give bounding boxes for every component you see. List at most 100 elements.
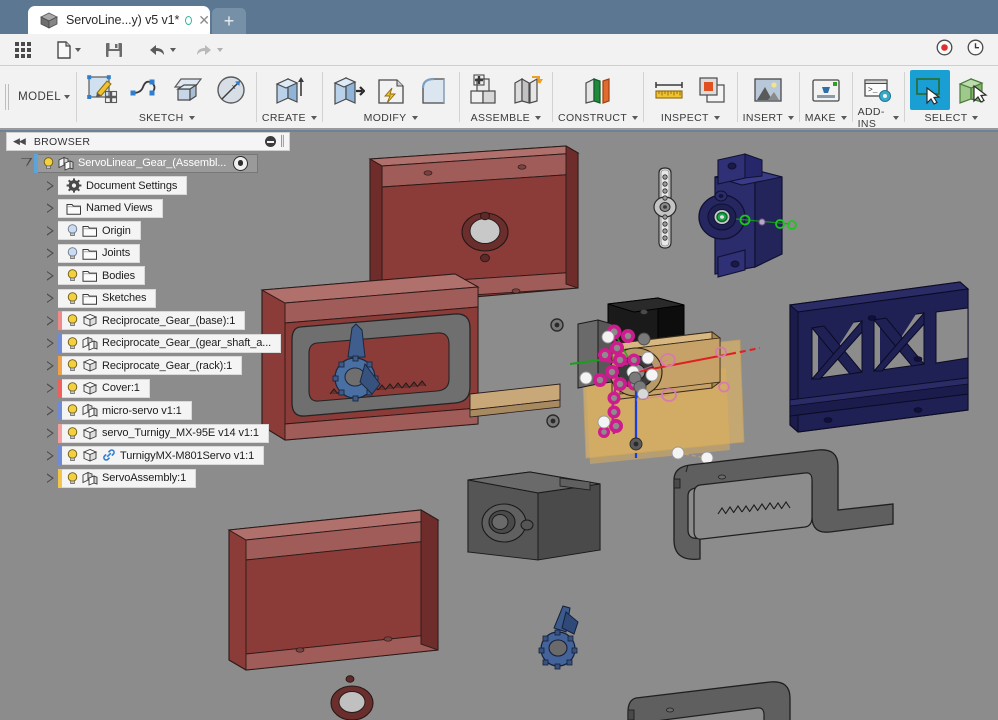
ribbon-group-label[interactable]: INSPECT bbox=[661, 110, 720, 126]
browser-node-chip[interactable]: ServoAssembly:1 bbox=[58, 468, 197, 488]
visibility-bulb-icon[interactable] bbox=[65, 246, 80, 261]
app-grid-icon[interactable] bbox=[10, 37, 36, 63]
select-window-icon[interactable] bbox=[910, 70, 950, 110]
browser-node-chip[interactable]: servo_Turnigy_MX-95E v14 v1:1 bbox=[58, 423, 269, 443]
browser-node-chip[interactable]: Reciprocate_Gear_(rack):1 bbox=[58, 356, 243, 376]
save-icon[interactable] bbox=[101, 37, 127, 63]
section-analysis-icon[interactable] bbox=[692, 70, 732, 110]
expand-toggle-icon[interactable] bbox=[44, 449, 57, 462]
insert-image-icon[interactable] bbox=[748, 70, 788, 110]
3d-print-icon[interactable] bbox=[806, 70, 846, 110]
sketch-spline-icon[interactable] bbox=[125, 70, 165, 110]
browser-node-0[interactable]: Document Settings bbox=[6, 175, 290, 198]
expand-toggle-icon[interactable] bbox=[44, 404, 57, 417]
ribbon-group-label[interactable]: MODIFY bbox=[364, 110, 418, 126]
ribbon-group-label[interactable]: ADD-INS bbox=[858, 106, 900, 130]
record-icon[interactable] bbox=[936, 39, 953, 61]
expand-toggle-icon[interactable] bbox=[44, 472, 57, 485]
browser-node-chip[interactable]: Cover:1 bbox=[58, 378, 150, 398]
browser-node-10[interactable]: micro-servo v1:1 bbox=[6, 400, 290, 423]
extrude-icon[interactable] bbox=[269, 70, 309, 110]
visibility-bulb-icon[interactable] bbox=[65, 471, 80, 486]
visibility-bulb-icon[interactable] bbox=[65, 403, 80, 418]
visibility-bulb-icon[interactable] bbox=[65, 426, 80, 441]
browser-node-6[interactable]: Reciprocate_Gear_(base):1 bbox=[6, 310, 290, 333]
browser-node-5[interactable]: Sketches bbox=[6, 287, 290, 310]
minimize-icon[interactable] bbox=[264, 136, 276, 147]
expand-toggle-icon[interactable] bbox=[44, 359, 57, 372]
browser-node-1[interactable]: Named Views bbox=[6, 197, 290, 220]
press-pull-icon[interactable] bbox=[328, 70, 368, 110]
expand-toggle-icon[interactable] bbox=[44, 382, 57, 395]
visibility-bulb-icon[interactable] bbox=[41, 156, 56, 171]
expand-toggle-icon[interactable] bbox=[44, 224, 57, 237]
ribbon-grip[interactable] bbox=[0, 66, 12, 128]
expand-toggle-icon[interactable] bbox=[20, 157, 33, 170]
browser-node-chip[interactable]: Reciprocate_Gear_(gear_shaft_a... bbox=[58, 333, 282, 353]
offset-plane-icon[interactable] bbox=[578, 70, 618, 110]
ribbon-group-label[interactable]: SKETCH bbox=[139, 110, 195, 126]
browser-node-chip[interactable]: Bodies bbox=[58, 266, 146, 286]
joint-icon[interactable] bbox=[507, 70, 547, 110]
browser-root-node[interactable]: ServoLinear_Gear_(Assembl... bbox=[6, 152, 290, 175]
expand-toggle-icon[interactable] bbox=[44, 202, 57, 215]
history-clock-icon[interactable] bbox=[967, 39, 984, 61]
browser-node-12[interactable]: TurnigyMX-M801Servo v1:1 bbox=[6, 445, 290, 468]
browser-node-8[interactable]: Reciprocate_Gear_(rack):1 bbox=[6, 355, 290, 378]
shell-icon[interactable] bbox=[371, 70, 411, 110]
measure-icon[interactable] bbox=[649, 70, 689, 110]
browser-node-chip[interactable]: Sketches bbox=[58, 288, 157, 308]
close-icon[interactable]: ✕ bbox=[198, 13, 210, 27]
workspace-selector[interactable]: MODEL bbox=[12, 66, 77, 128]
visibility-bulb-icon[interactable] bbox=[65, 448, 80, 463]
browser-node-3[interactable]: Joints bbox=[6, 242, 290, 265]
browser-node-13[interactable]: ServoAssembly:1 bbox=[6, 467, 290, 490]
redo-icon[interactable] bbox=[190, 37, 227, 63]
expand-toggle-icon[interactable] bbox=[44, 314, 57, 327]
visibility-bulb-icon[interactable] bbox=[65, 358, 80, 373]
browser-node-9[interactable]: Cover:1 bbox=[6, 377, 290, 400]
visibility-bulb-icon[interactable] bbox=[65, 268, 80, 283]
browser-node-2[interactable]: Origin bbox=[6, 220, 290, 243]
expand-toggle-icon[interactable] bbox=[44, 337, 57, 350]
browser-node-chip[interactable]: Document Settings bbox=[58, 176, 188, 196]
browser-node-chip[interactable]: micro-servo v1:1 bbox=[58, 401, 192, 421]
browser-node-chip[interactable]: Named Views bbox=[58, 198, 163, 218]
expand-toggle-icon[interactable] bbox=[44, 427, 57, 440]
document-tab[interactable]: ServoLine...y) v5 v1* ✕ bbox=[28, 6, 210, 34]
ribbon-group-label[interactable]: CREATE bbox=[262, 110, 317, 126]
browser-node-chip[interactable]: Reciprocate_Gear_(base):1 bbox=[58, 311, 246, 331]
browser-node-7[interactable]: Reciprocate_Gear_(gear_shaft_a... bbox=[6, 332, 290, 355]
visibility-bulb-icon[interactable] bbox=[65, 291, 80, 306]
browser-node-chip[interactable]: Origin bbox=[58, 221, 141, 241]
new-component-icon[interactable] bbox=[464, 70, 504, 110]
browser-node-chip[interactable]: TurnigyMX-M801Servo v1:1 bbox=[58, 446, 265, 466]
ribbon-group-label[interactable]: CONSTRUCT bbox=[558, 110, 639, 126]
scripts-addins-icon[interactable]: >_ bbox=[858, 70, 898, 110]
ribbon-group-label[interactable]: ASSEMBLE bbox=[471, 110, 542, 126]
expand-toggle-icon[interactable] bbox=[44, 179, 57, 192]
browser-tree[interactable]: ServoLinear_Gear_(Assembl... Document Se… bbox=[6, 152, 290, 512]
panel-grip-icon[interactable]: ║ bbox=[279, 136, 286, 147]
expand-toggle-icon[interactable] bbox=[44, 247, 57, 260]
visibility-bulb-icon[interactable] bbox=[65, 313, 80, 328]
ribbon-group-label[interactable]: SELECT bbox=[925, 110, 979, 126]
select-paint-icon[interactable] bbox=[953, 70, 993, 110]
undo-icon[interactable] bbox=[143, 37, 180, 63]
browser-node-11[interactable]: servo_Turnigy_MX-95E v14 v1:1 bbox=[6, 422, 290, 445]
expand-toggle-icon[interactable] bbox=[44, 269, 57, 282]
visibility-bulb-icon[interactable] bbox=[65, 223, 80, 238]
collapse-left-icon[interactable]: ◀◀ bbox=[13, 136, 26, 147]
sketch-plane-icon[interactable] bbox=[168, 70, 208, 110]
visibility-bulb-icon[interactable] bbox=[65, 381, 80, 396]
ribbon-group-label[interactable]: MAKE bbox=[805, 110, 847, 126]
expand-toggle-icon[interactable] bbox=[44, 292, 57, 305]
browser-node-chip[interactable]: Joints bbox=[58, 243, 141, 263]
display-mode-icon[interactable] bbox=[233, 155, 249, 171]
new-tab-button[interactable]: + bbox=[212, 8, 246, 34]
ribbon-group-label[interactable]: INSERT bbox=[743, 110, 794, 126]
fillet-icon[interactable] bbox=[414, 70, 454, 110]
visibility-bulb-icon[interactable] bbox=[65, 336, 80, 351]
browser-root-chip[interactable]: ServoLinear_Gear_(Assembl... bbox=[34, 153, 259, 173]
browser-node-4[interactable]: Bodies bbox=[6, 265, 290, 288]
